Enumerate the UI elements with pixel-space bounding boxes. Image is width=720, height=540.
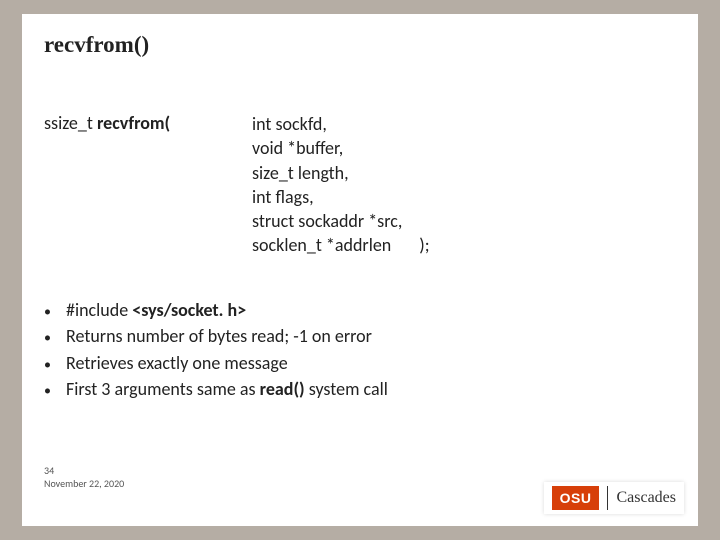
bullet-1-text: Returns number of bytes read; -1 on erro…: [66, 324, 372, 348]
signature-return: ssize_t recvfrom(: [44, 112, 252, 134]
bullet-icon: •: [44, 382, 66, 401]
param-3: int flags,: [252, 185, 430, 209]
slide-title: recvfrom(): [44, 32, 149, 58]
bullet-3-bold: read(): [260, 378, 305, 400]
signature-close: );: [419, 233, 429, 257]
function-name: recvfrom(: [97, 112, 170, 134]
bullet-list: • #include <sys/socket. h> • Returns num…: [44, 298, 388, 403]
bullet-3: • First 3 arguments same as read() syste…: [44, 377, 388, 401]
bullet-icon: •: [44, 303, 66, 322]
parameter-list: int sockfd, void *buffer, size_t length,…: [252, 112, 430, 258]
bullet-3-suffix: system call: [305, 378, 388, 400]
footer-meta: 34 November 22, 2020: [44, 465, 124, 490]
bullet-icon: •: [44, 356, 66, 375]
include-prefix: #include: [66, 299, 132, 321]
bullet-3-text: First 3 arguments same as read() system …: [66, 377, 388, 401]
slide-card: recvfrom() ssize_t recvfrom( int sockfd,…: [22, 14, 698, 526]
bullet-0-text: #include <sys/socket. h>: [66, 298, 246, 322]
bullet-2: • Retrieves exactly one message: [44, 351, 388, 375]
param-5-row: socklen_t *addrlen );: [252, 233, 430, 257]
bullet-2-text: Retrieves exactly one message: [66, 351, 288, 375]
param-0: int sockfd,: [252, 112, 430, 136]
logo: OSU Cascades: [544, 482, 684, 514]
footer-date: November 22, 2020: [44, 478, 124, 491]
param-1: void *buffer,: [252, 136, 430, 160]
function-signature: ssize_t recvfrom( int sockfd, void *buff…: [44, 112, 430, 258]
param-4: struct sockaddr *src,: [252, 209, 430, 233]
bullet-0: • #include <sys/socket. h>: [44, 298, 388, 322]
bullet-1: • Returns number of bytes read; -1 on er…: [44, 324, 388, 348]
param-2: size_t length,: [252, 161, 430, 185]
include-file: <sys/socket. h>: [132, 299, 246, 321]
bullet-3-prefix: First 3 arguments same as: [66, 378, 260, 400]
logo-text: Cascades: [616, 489, 676, 507]
param-5: socklen_t *addrlen: [252, 233, 391, 257]
bullet-icon: •: [44, 329, 66, 348]
page-number: 34: [44, 465, 124, 478]
osu-badge: OSU: [552, 486, 600, 510]
logo-divider: [607, 486, 608, 510]
return-type: ssize_t: [44, 112, 97, 134]
